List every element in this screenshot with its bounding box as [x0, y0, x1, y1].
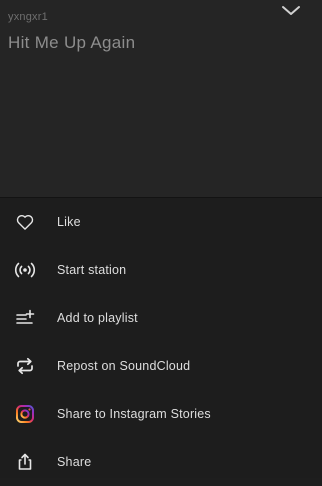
track-header: yxngxr1 Hit Me Up Again	[0, 0, 322, 197]
menu-item-like[interactable]: Like	[0, 198, 322, 246]
playlist-add-icon	[13, 306, 37, 330]
menu-item-label: Repost on SoundCloud	[57, 359, 191, 373]
menu-item-instagram-stories[interactable]: Share to Instagram Stories	[0, 390, 322, 438]
menu-item-label: Start station	[57, 263, 127, 277]
track-title: Hit Me Up Again	[8, 33, 136, 52]
chevron-down-icon	[282, 6, 300, 15]
collapse-button[interactable]	[276, 0, 306, 22]
menu-item-label: Add to playlist	[57, 311, 138, 325]
menu-item-share[interactable]: Share	[0, 438, 322, 486]
share-icon	[13, 450, 37, 474]
station-icon	[13, 258, 37, 282]
menu-item-label: Like	[57, 215, 81, 229]
actions-menu: Like Start station Add to playlist Repos…	[0, 198, 322, 478]
menu-item-label: Share to Instagram Stories	[57, 407, 211, 421]
artist-name[interactable]: yxngxr1	[8, 11, 48, 23]
heart-icon	[13, 210, 37, 234]
menu-item-add-to-playlist[interactable]: Add to playlist	[0, 294, 322, 342]
menu-item-start-station[interactable]: Start station	[0, 246, 322, 294]
menu-item-repost[interactable]: Repost on SoundCloud	[0, 342, 322, 390]
instagram-icon	[13, 402, 37, 426]
repost-icon	[13, 354, 37, 378]
menu-item-label: Share	[57, 455, 92, 469]
